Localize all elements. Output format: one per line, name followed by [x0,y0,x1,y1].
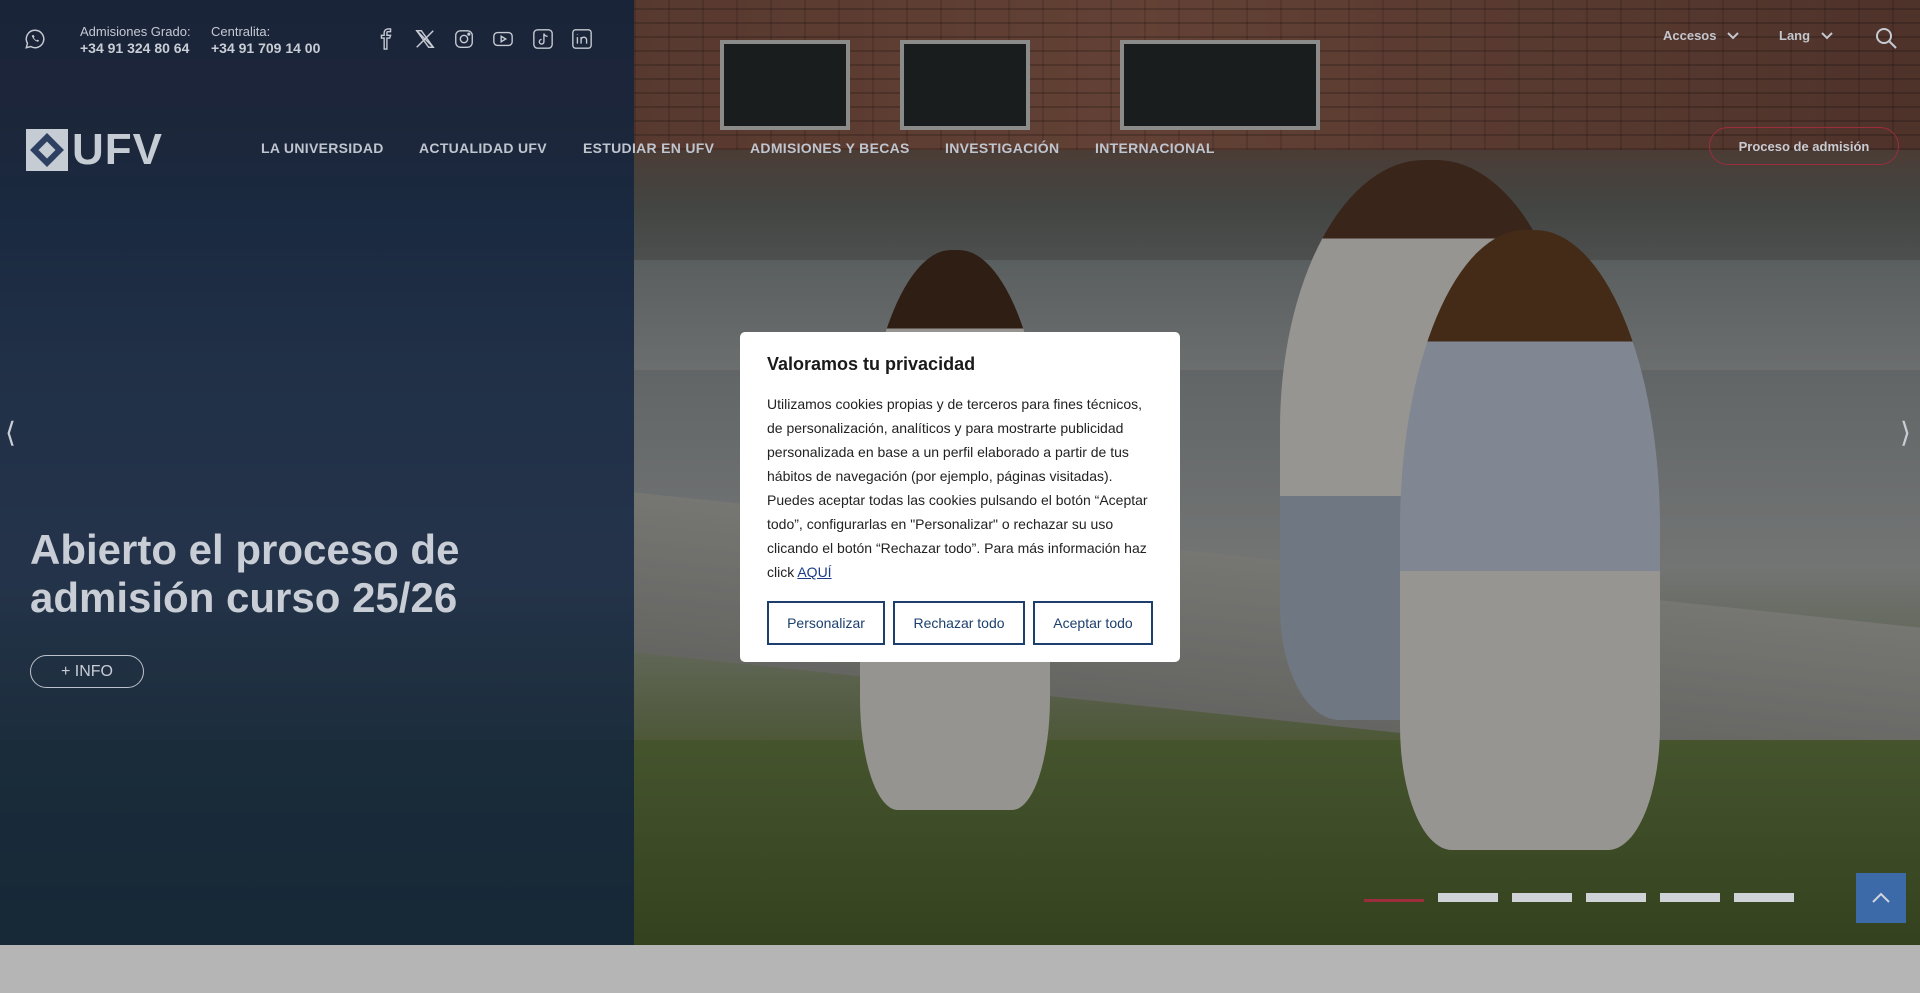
slider-pagination [1364,893,1794,902]
slider-dot[interactable] [1660,893,1720,902]
slider-next-arrow[interactable]: ⟩ [1900,416,1911,449]
logo-mark-icon [26,129,68,171]
lang-label: Lang [1779,28,1811,43]
accept-all-button[interactable]: Aceptar todo [1033,601,1153,645]
slider-dot[interactable] [1586,893,1646,902]
nav-item-actualidad[interactable]: ACTUALIDAD UFV [419,140,547,156]
slider-prev-arrow[interactable]: ⟨ [5,416,16,449]
ufv-logo[interactable]: UFV [26,127,176,173]
linkedin-icon[interactable] [571,28,593,50]
switchboard-label: Centralita: [211,24,271,39]
youtube-icon[interactable] [492,28,514,50]
cookie-modal-actions: Personalizar Rechazar todo Aceptar todo [767,601,1153,645]
cookie-consent-modal: Valoramos tu privacidad Utilizamos cooki… [740,332,1180,662]
admissions-number[interactable]: +34 91 324 80 64 [80,40,191,56]
whatsapp-icon[interactable] [24,28,46,50]
search-icon[interactable] [1874,26,1898,50]
nav-item-investigacion[interactable]: INVESTIGACIÓN [945,140,1059,156]
nav-item-internacional[interactable]: INTERNACIONAL [1095,140,1215,156]
more-info-button[interactable]: + INFO [30,655,144,688]
slider-dot[interactable] [1512,893,1572,902]
chevron-up-icon [1872,892,1890,903]
chevron-down-icon [1821,31,1833,39]
scroll-to-top-button[interactable] [1856,873,1906,923]
switchboard-phone[interactable]: Centralita: +34 91 709 14 00 [211,24,320,56]
main-nav: UFV LA UNIVERSIDAD ACTUALIDAD UFV ESTUDI… [0,115,1920,175]
nav-item-admisiones[interactable]: ADMISIONES Y BECAS [750,140,910,156]
admissions-label: Admisiones Grado: [80,24,191,39]
cookie-modal-title: Valoramos tu privacidad [767,354,976,374]
logo-text: UFV [72,125,163,174]
cookie-modal-text: Utilizamos cookies propias y de terceros… [767,396,1148,580]
switchboard-number[interactable]: +34 91 709 14 00 [211,40,320,56]
hero-headline: Abierto el proceso de admisión curso 25/… [30,526,460,621]
instagram-icon[interactable] [453,28,475,50]
accesos-dropdown[interactable]: Accesos [1663,28,1740,43]
accesos-label: Accesos [1663,28,1717,43]
slider-dot[interactable] [1734,893,1794,902]
cookie-policy-link[interactable]: AQUÍ [797,564,831,580]
tiktok-icon[interactable] [532,28,554,50]
top-bar: Admisiones Grado: +34 91 324 80 64 Centr… [0,0,1920,80]
nav-item-universidad[interactable]: LA UNIVERSIDAD [261,140,384,156]
admissions-phone[interactable]: Admisiones Grado: +34 91 324 80 64 [80,24,191,56]
cookie-modal-body: Utilizamos cookies propias y de terceros… [767,392,1153,584]
chevron-down-icon [1727,31,1740,39]
admission-process-button[interactable]: Proceso de admisión [1709,127,1899,165]
nav-item-estudiar[interactable]: ESTUDIAR EN UFV [583,140,714,156]
reject-all-button[interactable]: Rechazar todo [893,601,1025,645]
customize-cookies-button[interactable]: Personalizar [767,601,885,645]
slider-dot[interactable] [1438,893,1498,902]
slider-dot[interactable] [1364,893,1424,902]
facebook-icon[interactable] [375,28,397,50]
lang-dropdown[interactable]: Lang [1779,28,1834,43]
x-icon[interactable] [414,28,436,50]
